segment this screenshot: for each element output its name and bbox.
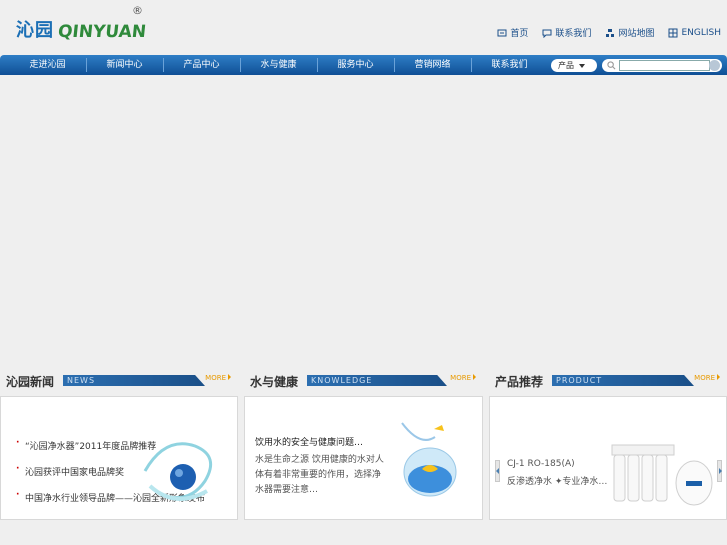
nav-item-service[interactable]: 服务中心 [317,55,394,75]
product-panel-header: 产品推荐 PRODUCT MORE [490,369,726,393]
home-icon [497,29,507,36]
chat-icon [542,29,552,38]
nav-item-about[interactable]: 走进沁园 [9,55,86,75]
globe-icon [668,28,678,37]
product-panel-subtitle: PRODUCT [556,376,603,385]
chevron-down-icon [579,64,585,68]
sitemap-link-label: 网站地图 [618,29,655,39]
knowledge-panel-title: 水与健康 [250,375,299,389]
nav-item-water-health[interactable]: 水与健康 [240,55,317,75]
english-link-label: ENGLISH [681,27,721,38]
knowledge-more-link[interactable]: MORE [450,374,476,382]
news-panel-title-bar: NEWS [63,375,205,386]
product-panel: 产品推荐 PRODUCT MORE CJ-1 RO-185(A) 反渗透净水 ✦… [489,374,727,520]
home-link[interactable]: 首页 [497,26,528,39]
water-splash-image [143,442,213,501]
news-panel-subtitle: NEWS [67,376,96,385]
home-link-label: 首页 [510,29,529,39]
nav-item-contact[interactable]: 联系我们 [471,55,548,75]
logo-english: QINYUAN [56,22,148,42]
product-panel-title-bar: PRODUCT [552,375,694,386]
site-header: 沁园 QINYUAN ® 首页 联系我们 网站地图 ENGLISH [0,0,727,54]
carousel-prev-button[interactable] [495,460,500,482]
knowledge-panel-header: 水与健康 KNOWLEDGE MORE [245,369,482,393]
news-more-link[interactable]: MORE [205,374,231,382]
contact-link[interactable]: 联系我们 [542,26,591,39]
search-category-select[interactable]: 产品 [551,59,597,72]
search-submit-button[interactable] [709,60,720,71]
carousel-next-button[interactable] [717,460,722,482]
search-box [602,59,722,72]
logo-chinese: 沁园 [16,20,54,41]
nav-item-products[interactable]: 产品中心 [163,55,240,75]
sitemap-link[interactable]: 网站地图 [605,26,654,39]
knowledge-description: 水是生命之源 饮用健康的水对人体有着非常重要的作用，选择净水器需要注意… [255,455,384,495]
product-panel-title: 产品推荐 [495,375,544,389]
water-purifier-image[interactable] [608,437,718,509]
knowledge-panel: 水与健康 KNOWLEDGE MORE 饮用水的安全与健康问题… 水是生命之源 … [244,374,483,520]
knowledge-panel-subtitle: KNOWLEDGE [311,376,373,385]
top-links: 首页 联系我们 网站地图 ENGLISH [497,26,721,39]
news-panel-title: 沁园新闻 [6,375,55,389]
fishbowl-image [401,422,457,497]
product-description: 反渗透净水 ✦专业净水… [507,477,608,487]
knowledge-panel-title-bar: KNOWLEDGE [307,375,447,386]
product-model[interactable]: CJ-1 RO-185(A) [507,459,575,469]
english-link[interactable]: ENGLISH [668,26,721,39]
contact-link-label: 联系我们 [555,29,592,39]
news-panel-header: 沁园新闻 NEWS MORE [1,369,237,393]
site-logo[interactable]: 沁园 QINYUAN [16,16,148,42]
sitemap-icon [606,28,615,37]
nav-item-news[interactable]: 新闻中心 [86,55,163,75]
search-category-value: 产品 [558,61,574,70]
knowledge-headline[interactable]: 饮用水的安全与健康问题… [255,435,363,448]
search-icon [607,61,616,70]
nav-item-sales-network[interactable]: 营销网络 [394,55,471,75]
hero-banner [0,76,727,368]
product-more-link[interactable]: MORE [694,374,720,382]
search-input[interactable] [619,60,710,71]
news-panel: 沁园新闻 NEWS MORE “沁园净水器”2011年度品牌推荐 沁园获评中国家… [0,374,238,520]
registered-mark: ® [132,4,143,17]
